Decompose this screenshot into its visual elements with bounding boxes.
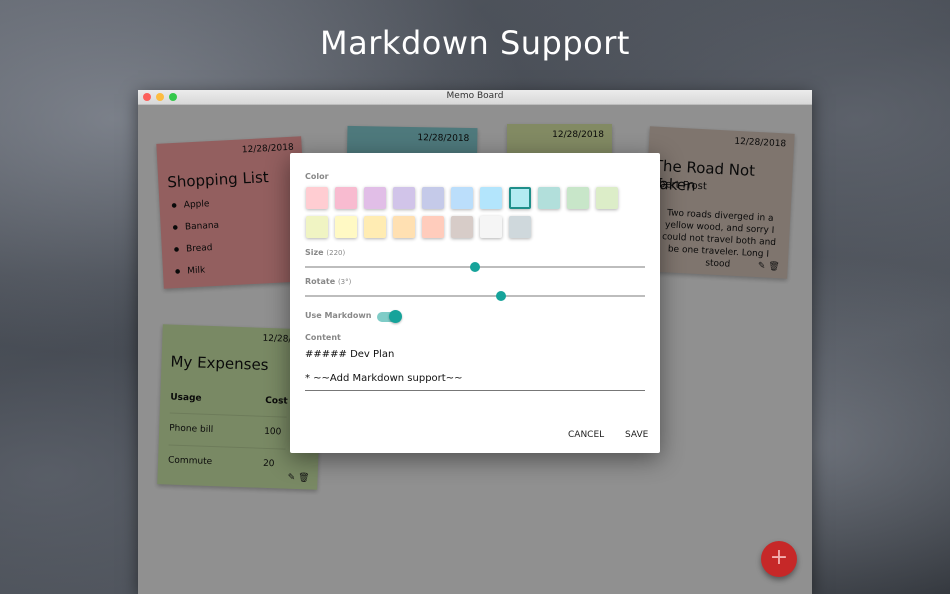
edit-note-dialog: Color Size (220) Rotate (3°) Use Markdow…	[290, 153, 660, 453]
add-note-button[interactable]: +	[761, 541, 797, 577]
color-swatch[interactable]	[451, 187, 473, 209]
headline: Markdown Support	[320, 24, 630, 62]
color-swatch[interactable]	[596, 187, 618, 209]
content-label: Content	[305, 333, 341, 342]
color-swatch[interactable]	[567, 187, 589, 209]
color-swatch[interactable]	[480, 216, 502, 238]
content-input-underline	[305, 390, 645, 391]
color-swatch[interactable]	[364, 187, 386, 209]
color-swatch[interactable]	[451, 216, 473, 238]
color-swatch[interactable]	[422, 187, 444, 209]
color-swatch[interactable]	[335, 216, 357, 238]
color-swatch[interactable]	[306, 216, 328, 238]
content-input-line[interactable]: * ~~Add Markdown support~~	[305, 373, 462, 384]
size-slider-thumb[interactable]	[470, 262, 480, 272]
color-swatch[interactable]	[509, 187, 531, 209]
rotate-slider-track[interactable]	[305, 295, 645, 297]
title-bar[interactable]: Memo Board	[138, 90, 812, 105]
color-swatch[interactable]	[393, 187, 415, 209]
cancel-button[interactable]: CANCEL	[568, 430, 604, 440]
size-label: Size (220)	[305, 248, 346, 257]
color-swatch[interactable]	[393, 216, 415, 238]
save-button[interactable]: SAVE	[625, 430, 648, 440]
markdown-toggle[interactable]	[389, 310, 402, 323]
color-label: Color	[305, 172, 329, 181]
color-swatch[interactable]	[335, 187, 357, 209]
color-swatch[interactable]	[306, 187, 328, 209]
color-swatch[interactable]	[538, 187, 560, 209]
content-input-line[interactable]: ##### Dev Plan	[305, 349, 394, 360]
rotate-label: Rotate (3°)	[305, 277, 352, 286]
markdown-label: Use Markdown	[305, 311, 372, 320]
color-swatch[interactable]	[509, 216, 531, 238]
rotate-slider-thumb[interactable]	[495, 291, 506, 301]
window-title: Memo Board	[446, 91, 504, 101]
color-swatch[interactable]	[364, 216, 386, 238]
color-swatch[interactable]	[422, 216, 444, 238]
color-swatch[interactable]	[480, 187, 502, 209]
